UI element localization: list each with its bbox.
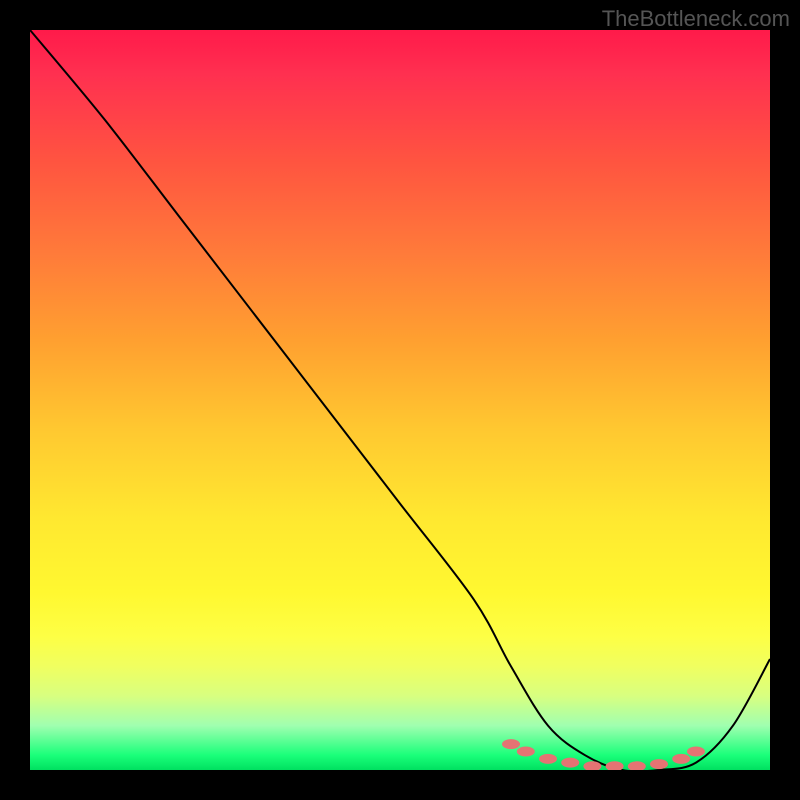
highlight-marker [672,754,690,764]
highlight-marker [502,739,520,749]
highlight-marker [606,761,624,770]
highlight-marker [561,758,579,768]
highlight-marker [517,747,535,757]
highlight-marker [687,747,705,757]
chart-svg [30,30,770,770]
highlight-marker [539,754,557,764]
highlight-marker [650,759,668,769]
highlight-marker [628,761,646,770]
chart-plot-area [30,30,770,770]
bottleneck-curve-line [30,30,770,770]
watermark-text: TheBottleneck.com [602,6,790,32]
